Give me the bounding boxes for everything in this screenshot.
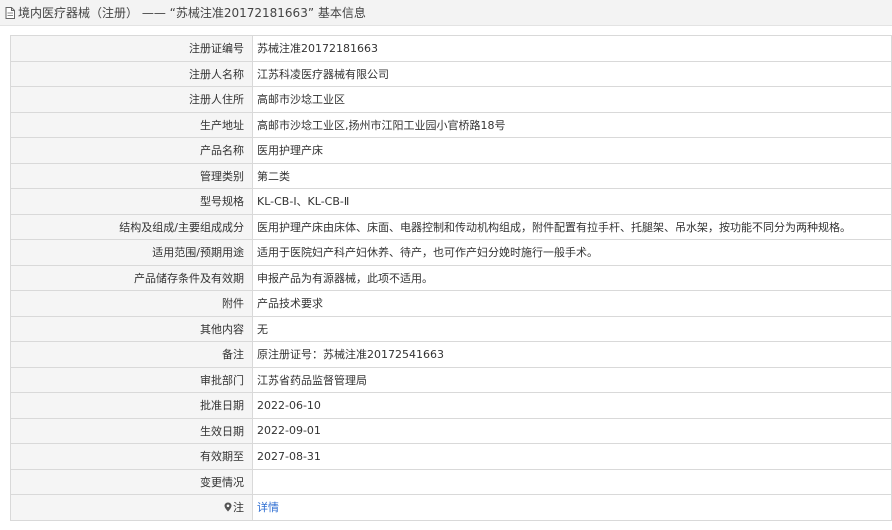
- field-label: 注册人住所: [10, 86, 253, 113]
- document-icon: [5, 6, 15, 19]
- table-row: 产品名称 医用护理产床: [10, 137, 892, 164]
- table-row: 产品储存条件及有效期 申报产品为有源器械，此项不适用。: [10, 264, 892, 291]
- page-title: 境内医疗器械（注册） —— “苏械注准20172181663” 基本信息: [18, 6, 366, 20]
- table-row: 其他内容无: [10, 315, 892, 342]
- page-header: 境内医疗器械（注册） —— “苏械注准20172181663” 基本信息: [0, 0, 892, 26]
- table-row: 结构及组成/主要组成成分 医用护理产床由床体、床面、电器控制和传动机构组成，附件配…: [10, 213, 892, 240]
- note-row: 注详情: [10, 494, 892, 521]
- field-value: 2022-06-10: [252, 392, 892, 419]
- field-label: 适用范围/预期用途: [10, 239, 253, 266]
- field-value: 江苏省药品监督管理局: [252, 366, 892, 393]
- field-label: 备注: [10, 341, 253, 368]
- note-value-cell: 详情: [252, 494, 892, 521]
- field-value: [252, 468, 892, 495]
- info-table-body: 注册证编号 苏械注准20172181663 注册人名称 江苏科凌医疗器械有限公司 注册人…: [10, 35, 892, 521]
- table-row: 注册证编号 苏械注准20172181663: [10, 35, 892, 62]
- field-value: KL-CB-Ⅰ、KL-CB-Ⅱ: [252, 188, 892, 215]
- field-value: 医用护理产床: [252, 137, 892, 164]
- field-value: 申报产品为有源器械，此项不适用。: [252, 264, 892, 291]
- field-value: 适用于医院妇产科产妇休养、待产，也可作产妇分娩时施行一般手术。: [252, 239, 892, 266]
- info-table: 注册证编号 苏械注准20172181663 注册人名称 江苏科凌医疗器械有限公司 注册人…: [10, 35, 892, 521]
- field-label: 生产地址: [10, 111, 253, 138]
- field-value: 2027-08-31: [252, 443, 892, 470]
- table-row: 适用范围/预期用途 适用于医院妇产科产妇休养、待产，也可作产妇分娩时施行一般手术。: [10, 239, 892, 266]
- table-row: 生效日期 2022-09-01: [10, 417, 892, 444]
- table-row: 管理类别 第二类: [10, 162, 892, 189]
- table-row: 备注 原注册证号：苏械注准20172541663: [10, 341, 892, 368]
- field-label: 其他内容: [10, 315, 253, 342]
- field-label: 结构及组成/主要组成成分: [10, 213, 253, 240]
- field-label: 产品储存条件及有效期: [10, 264, 253, 291]
- note-label: 注: [233, 501, 244, 515]
- table-row: 审批部门 江苏省药品监督管理局: [10, 366, 892, 393]
- field-label: 生效日期: [10, 417, 253, 444]
- pin-icon: [224, 502, 232, 512]
- table-row: 生产地址 高邮市沙埝工业区,扬州市江阳工业园小官桥路18号: [10, 111, 892, 138]
- table-row: 变更情况: [10, 468, 892, 495]
- field-label: 注册证编号: [10, 35, 253, 62]
- field-label: 产品名称: [10, 137, 253, 164]
- field-value: 产品技术要求: [252, 290, 892, 317]
- note-label-cell: 注: [10, 494, 253, 521]
- field-value: 高邮市沙埝工业区: [252, 86, 892, 113]
- field-label: 审批部门: [10, 366, 253, 393]
- field-value: 第二类: [252, 162, 892, 189]
- field-value: 高邮市沙埝工业区,扬州市江阳工业园小官桥路18号: [252, 111, 892, 138]
- field-label: 型号规格: [10, 188, 253, 215]
- field-label: 管理类别: [10, 162, 253, 189]
- table-row: 有效期至 2027-08-31: [10, 443, 892, 470]
- table-row: 注册人名称 江苏科凌医疗器械有限公司: [10, 60, 892, 87]
- field-label: 有效期至: [10, 443, 253, 470]
- table-row: 注册人住所 高邮市沙埝工业区: [10, 86, 892, 113]
- field-value: 原注册证号：苏械注准20172541663: [252, 341, 892, 368]
- field-value: 无: [252, 315, 892, 342]
- table-row: 批准日期 2022-06-10: [10, 392, 892, 419]
- field-value: 苏械注准20172181663: [252, 35, 892, 62]
- table-row: 型号规格 KL-CB-Ⅰ、KL-CB-Ⅱ: [10, 188, 892, 215]
- field-value: 2022-09-01: [252, 417, 892, 444]
- field-label: 注册人名称: [10, 60, 253, 87]
- field-label: 批准日期: [10, 392, 253, 419]
- field-value: 医用护理产床由床体、床面、电器控制和传动机构组成，附件配置有拉手杆、托腿架、吊水…: [252, 213, 892, 240]
- field-label: 附件: [10, 290, 253, 317]
- details-link[interactable]: 详情: [257, 501, 279, 514]
- field-value: 江苏科凌医疗器械有限公司: [252, 60, 892, 87]
- table-row: 附件 产品技术要求: [10, 290, 892, 317]
- field-label: 变更情况: [10, 468, 253, 495]
